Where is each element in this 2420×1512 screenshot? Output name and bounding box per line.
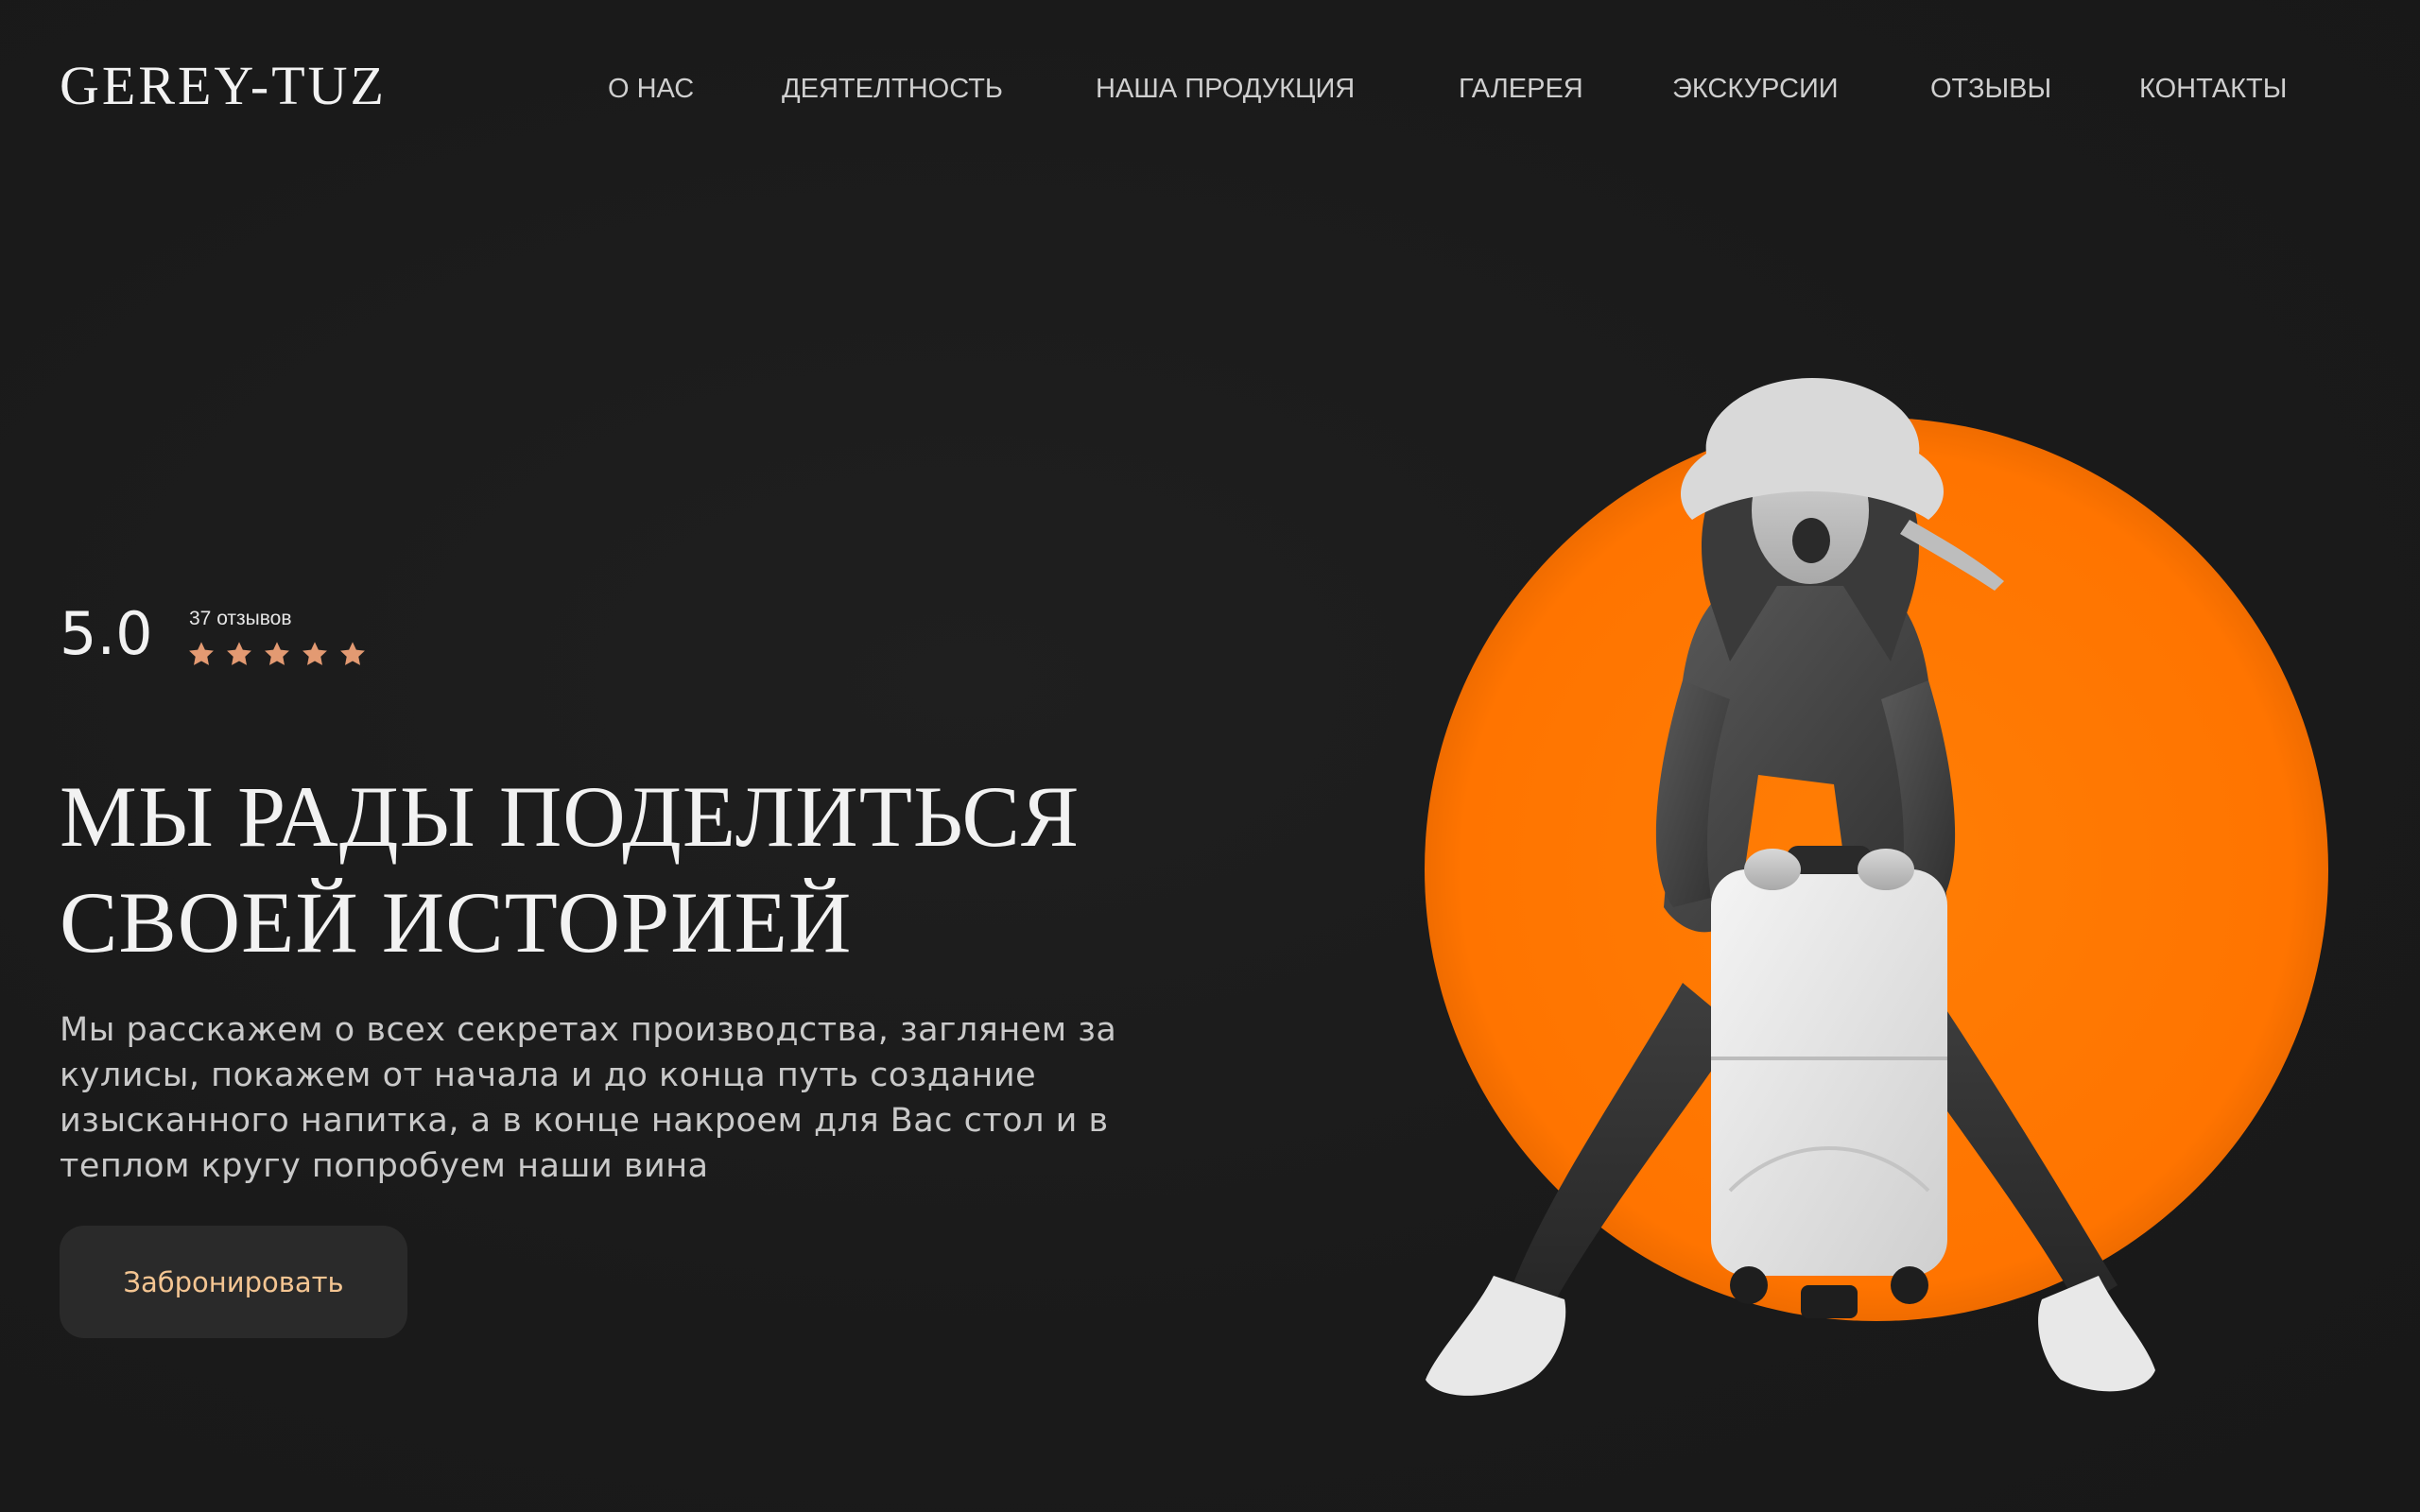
star-icon [340, 642, 365, 665]
hero-headline: МЫ РАДЫ ПОДЕЛИТЬСЯ СВОЕЙ ИСТОРИЕЙ [60, 764, 1175, 975]
left-sneaker [1426, 1276, 1566, 1396]
rating-review-count[interactable]: 37 отзывов [189, 609, 292, 628]
landing-page: GEREY-TUZ О НАС ДЕЯТЕЛТНОСТЬ НАША ПРОДУК… [0, 0, 2420, 1512]
star-icon [302, 642, 327, 665]
book-button[interactable]: Забронировать [60, 1226, 407, 1338]
hero-description: Мы расскажем о всех секретах производств… [60, 1011, 1117, 1185]
hero-headline-line-1: МЫ РАДЫ ПОДЕЛИТЬСЯ [60, 768, 1080, 865]
hero-headline-line-2: СВОЕЙ ИСТОРИЕЙ [60, 874, 853, 971]
nav-item-excursions[interactable]: ЭКСКУРСИИ [1672, 76, 1839, 103]
suitcase [1711, 869, 1947, 1276]
nav-item-about[interactable]: О НАС [608, 76, 694, 103]
nav-item-products[interactable]: НАША ПРОДУКЦИЯ [1096, 76, 1355, 103]
star-icon [265, 642, 289, 665]
nav-item-activity[interactable]: ДЕЯТЕЛТНОСТЬ [782, 76, 1003, 103]
nav-item-reviews[interactable]: ОТЗЫВЫ [1930, 76, 2051, 103]
star-icon [189, 642, 214, 665]
site-logo[interactable]: GEREY-TUZ [60, 59, 387, 113]
star-icon [227, 642, 251, 665]
right-sneaker [2038, 1276, 2155, 1392]
rating-stars [186, 639, 368, 669]
hero-image [1399, 378, 2420, 1465]
nav-item-gallery[interactable]: ГАЛЕРЕЯ [1459, 76, 1583, 103]
nav-item-contacts[interactable]: КОНТАКТЫ [2139, 76, 2287, 103]
hero-illustration [1425, 378, 2328, 1396]
rating-score: 5.0 [60, 599, 153, 668]
